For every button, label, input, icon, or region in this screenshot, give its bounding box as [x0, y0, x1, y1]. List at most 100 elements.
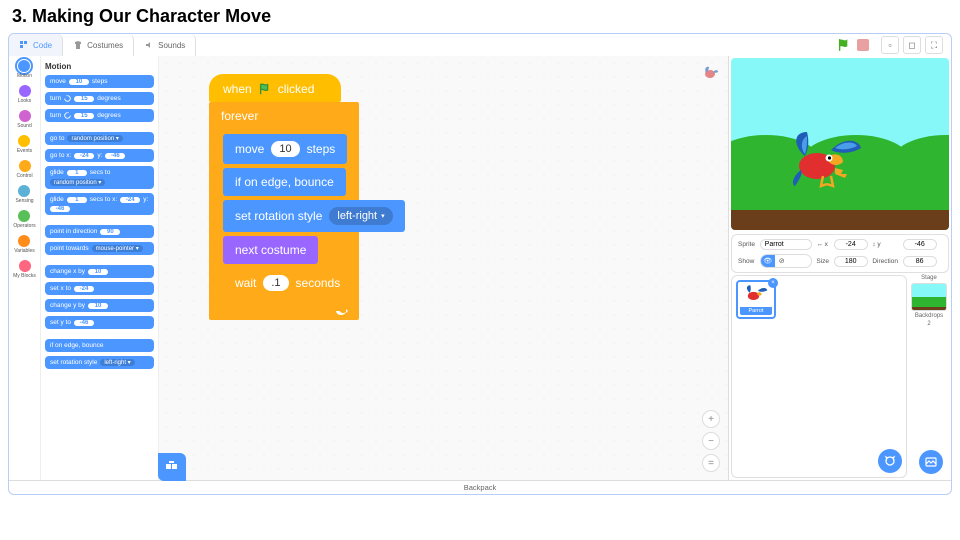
sprite-name-label: Sprite — [738, 241, 756, 248]
category-dot-icon — [18, 235, 30, 247]
palette-block-glide[interactable]: glide1secs torandom position ▾ — [45, 166, 154, 189]
stage-thumbnail[interactable] — [911, 283, 947, 311]
turn-ccw-icon — [64, 112, 71, 119]
backpack-toggle[interactable]: Backpack — [9, 480, 951, 494]
block-palette: Motion move10steps turn15degrees turn15d… — [41, 56, 159, 480]
category-dot-icon — [19, 110, 31, 122]
category-label: Variables — [14, 248, 34, 254]
sprite-name-input[interactable] — [760, 239, 812, 250]
add-extension-button[interactable] — [158, 453, 186, 481]
tab-sounds[interactable]: Sounds — [134, 34, 196, 56]
block-when-flag-clicked[interactable]: when clicked — [209, 74, 341, 102]
category-dot-icon — [19, 260, 31, 272]
category-dot-icon — [18, 210, 30, 222]
palette-block-set-y[interactable]: set y to-46 — [45, 316, 154, 329]
add-sprite-button[interactable] — [878, 449, 902, 473]
palette-block-goto[interactable]: go torandom position ▾ — [45, 132, 154, 145]
sprite-direction-input[interactable] — [903, 256, 937, 267]
palette-block-turn-ccw[interactable]: turn15degrees — [45, 109, 154, 122]
category-label: Sensing — [15, 198, 33, 204]
category-dot-icon — [18, 135, 30, 147]
large-stage-button[interactable]: ◻ — [903, 36, 921, 54]
palette-header: Motion — [45, 62, 154, 71]
stage-preview[interactable] — [731, 58, 949, 230]
block-wait-seconds[interactable]: wait.1seconds — [223, 268, 352, 298]
script-stack[interactable]: when clicked forever move10steps if on e… — [209, 74, 359, 320]
fullscreen-button[interactable]: ⛶ — [925, 36, 943, 54]
block-set-rotation-style[interactable]: set rotation styleleft-right▾ — [223, 200, 405, 232]
right-panel: Sprite ↔ x ↕ y Show 👁⊘ Size Direction × — [729, 56, 951, 480]
eye-show-icon[interactable]: 👁 — [761, 255, 775, 267]
move-steps-input[interactable]: 10 — [271, 141, 299, 157]
category-label: My Blocks — [13, 273, 36, 279]
category-operators[interactable]: Operators — [13, 210, 35, 229]
green-flag-icon — [258, 82, 272, 96]
block-move-steps[interactable]: move10steps — [223, 134, 347, 164]
block-next-costume[interactable]: next costume — [223, 236, 318, 264]
palette-block-rotation-style[interactable]: set rotation styleleft-right ▾ — [45, 356, 154, 369]
category-looks[interactable]: Looks — [18, 85, 31, 104]
size-label: Size — [816, 258, 829, 265]
wait-seconds-input[interactable]: .1 — [263, 275, 288, 291]
editor-tabs: Code Costumes Sounds — [9, 34, 196, 56]
palette-block-glidexy[interactable]: glide1secs to x:-24y:-46 — [45, 193, 154, 215]
show-label: Show — [738, 258, 756, 265]
category-sensing[interactable]: Sensing — [15, 185, 33, 204]
block-if-on-edge-bounce[interactable]: if on edge, bounce — [223, 168, 346, 196]
category-variables[interactable]: Variables — [14, 235, 34, 254]
workspace-zoom-controls: + − = — [702, 410, 720, 472]
palette-block-edge-bounce[interactable]: if on edge, bounce — [45, 339, 154, 352]
category-motion[interactable]: Motion — [17, 60, 32, 79]
eye-hide-icon[interactable]: ⊘ — [775, 255, 789, 267]
zoom-reset-button[interactable]: = — [702, 454, 720, 472]
tab-code[interactable]: Code — [9, 34, 63, 56]
category-label: Operators — [13, 223, 35, 229]
backdrops-label: Backdrops — [915, 313, 943, 319]
sprite-x-input[interactable] — [834, 239, 868, 250]
category-events[interactable]: Events — [17, 135, 32, 154]
palette-block-point-direction[interactable]: point in direction90 — [45, 225, 154, 238]
category-control[interactable]: Control — [16, 160, 32, 179]
palette-block-set-x[interactable]: set x to-24 — [45, 282, 154, 295]
category-sound[interactable]: Sound — [17, 110, 31, 129]
stage-controls: ▫ ◻ ⛶ — [837, 34, 951, 56]
image-icon — [925, 456, 937, 468]
top-bar: Code Costumes Sounds ▫ ◻ ⛶ — [9, 34, 951, 56]
block-forever[interactable]: forever move10steps if on edge, bounce s… — [209, 102, 359, 320]
palette-block-change-x[interactable]: change x by10 — [45, 265, 154, 278]
sprite-info-panel: Sprite ↔ x ↕ y Show 👁⊘ Size Direction — [731, 234, 949, 273]
delete-sprite-button[interactable]: × — [768, 278, 778, 288]
rotation-style-dropdown[interactable]: left-right▾ — [329, 207, 392, 225]
sounds-icon — [144, 40, 154, 50]
category-label: Sound — [17, 123, 31, 129]
category-label: Control — [16, 173, 32, 179]
category-dot-icon — [18, 185, 30, 197]
tab-costumes[interactable]: Costumes — [63, 34, 134, 56]
sprite-size-input[interactable] — [834, 256, 868, 267]
visibility-toggle[interactable]: 👁⊘ — [760, 254, 813, 268]
palette-block-point-towards[interactable]: point towardsmouse-pointer ▾ — [45, 242, 154, 255]
palette-block-turn-cw[interactable]: turn15degrees — [45, 92, 154, 105]
category-label: Looks — [18, 98, 31, 104]
zoom-in-button[interactable]: + — [702, 410, 720, 428]
cat-icon — [884, 455, 896, 467]
category-label: Motion — [17, 73, 32, 79]
script-workspace[interactable]: when clicked forever move10steps if on e… — [159, 56, 729, 480]
add-backdrop-button[interactable] — [919, 450, 943, 474]
stop-button[interactable] — [857, 39, 869, 51]
sprite-y-input[interactable] — [903, 239, 937, 250]
y-label: ↕ y — [872, 241, 898, 248]
zoom-out-button[interactable]: − — [702, 432, 720, 450]
palette-block-gotoxy[interactable]: go to x:-24y:-46 — [45, 149, 154, 162]
tab-costumes-label: Costumes — [87, 41, 123, 50]
stage-label: Stage — [921, 275, 937, 281]
category-my-blocks[interactable]: My Blocks — [13, 260, 36, 279]
green-flag-button[interactable] — [837, 38, 851, 52]
sprite-card-label: Parrot — [740, 307, 772, 315]
sprite-card-parrot[interactable]: × Parrot — [736, 280, 776, 319]
small-stage-button[interactable]: ▫ — [881, 36, 899, 54]
forever-body: move10steps if on edge, bounce set rotat… — [223, 130, 359, 302]
palette-block-change-y[interactable]: change y by10 — [45, 299, 154, 312]
palette-block-move[interactable]: move10steps — [45, 75, 154, 88]
workspace-sprite-thumb — [700, 64, 720, 80]
